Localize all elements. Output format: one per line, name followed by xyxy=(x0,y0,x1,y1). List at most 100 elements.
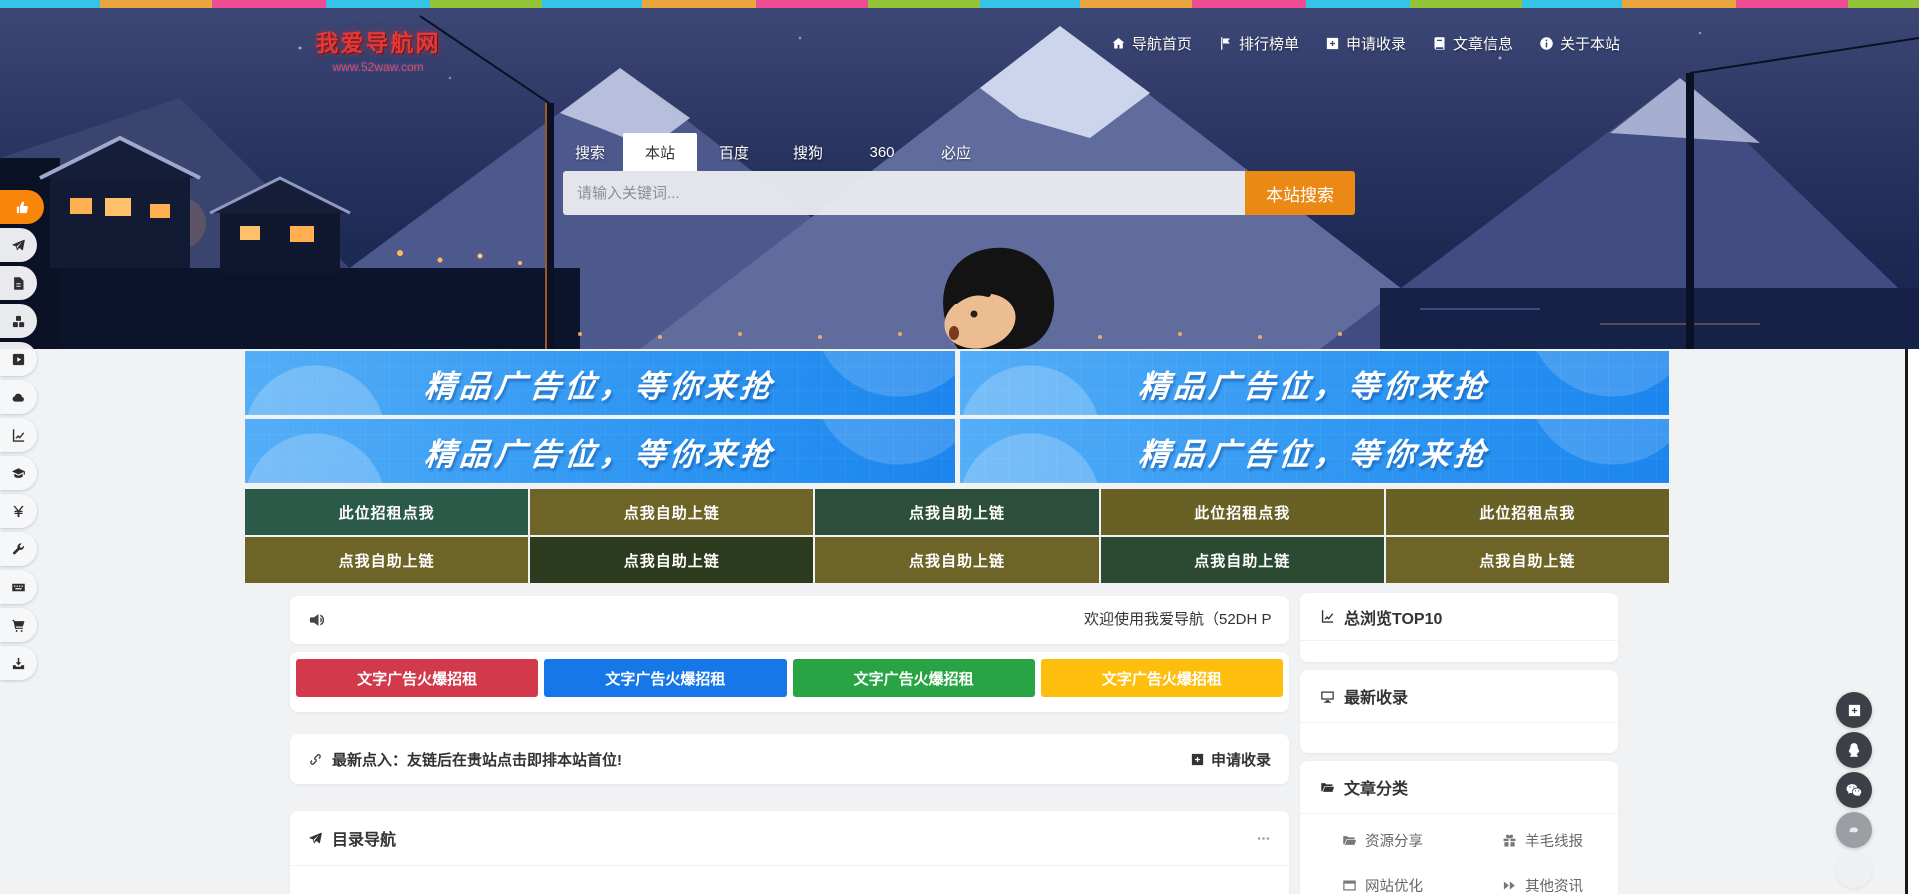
link-ad-cell[interactable]: 点我自助上链 xyxy=(530,489,813,535)
cart-icon xyxy=(11,618,26,633)
dock-apply-button[interactable] xyxy=(1836,692,1872,728)
ad-banner[interactable]: 精品广告位，等你来抢 xyxy=(245,419,955,483)
book-icon xyxy=(1432,36,1447,51)
link-ad-cell[interactable]: 点我自助上链 xyxy=(815,489,1098,535)
folder-open-icon xyxy=(1320,780,1335,795)
dock-item-cloud[interactable] xyxy=(0,380,37,414)
keyboard-icon xyxy=(11,580,26,595)
nav-apply[interactable]: 申请收录 xyxy=(1325,33,1406,54)
directory-header: 目录导航 xyxy=(290,811,1289,866)
qq-icon xyxy=(1845,741,1863,759)
tab-bing[interactable]: 必应 xyxy=(919,133,993,171)
text-ad-button[interactable]: 文字广告火爆招租 xyxy=(793,659,1035,697)
category-label: 羊毛线报 xyxy=(1525,830,1583,851)
dock-item-tools[interactable] xyxy=(0,532,37,566)
nav-label: 关于本站 xyxy=(1560,33,1620,54)
latest-included-body xyxy=(1300,723,1618,753)
link-ad-cell[interactable]: 点我自助上链 xyxy=(245,537,528,583)
ellipsis-icon[interactable] xyxy=(1256,831,1271,846)
link-ad-cell[interactable]: 此位招租点我 xyxy=(245,489,528,535)
article-category-header: 文章分类 xyxy=(1300,761,1618,814)
nav-label: 排行榜单 xyxy=(1239,33,1299,54)
tab-360[interactable]: 360 xyxy=(845,133,919,171)
dock-qq-button[interactable] xyxy=(1836,732,1872,768)
youtube-icon xyxy=(11,352,26,367)
dock-item-shop[interactable] xyxy=(0,608,37,642)
top10-card: 总浏览TOP10 xyxy=(1300,593,1618,662)
cloud-faded-icon xyxy=(1845,821,1863,839)
top10-title: 总浏览TOP10 xyxy=(1344,605,1442,629)
gift-icon xyxy=(1502,833,1517,848)
dock-faded-button-2[interactable] xyxy=(1836,852,1872,888)
article-category-title: 文章分类 xyxy=(1344,775,1408,799)
search-module: 搜索 本站 百度 搜狗 360 必应 本站搜索 xyxy=(563,133,1355,215)
dock-item-submit[interactable] xyxy=(0,228,37,262)
ad-banner[interactable]: 精品广告位，等你来抢 xyxy=(960,351,1670,415)
dock-item-typing[interactable] xyxy=(0,570,37,604)
text-ad-button[interactable]: 文字广告火爆招租 xyxy=(296,659,538,697)
ad-banner[interactable]: 精品广告位，等你来抢 xyxy=(245,351,955,415)
plus-square-icon xyxy=(1847,703,1862,718)
link-ad-cell[interactable]: 点我自助上链 xyxy=(1101,537,1384,583)
dock-faded-button[interactable] xyxy=(1836,812,1872,848)
download-icon xyxy=(11,656,26,671)
yen-icon xyxy=(11,504,26,519)
ad-banner-text: 精品广告位，等你来抢 xyxy=(422,429,777,474)
right-contact-dock xyxy=(1836,692,1872,892)
dock-item-stats[interactable] xyxy=(0,418,37,452)
apply-include-label: 申请收录 xyxy=(1211,749,1271,770)
latest-in-bar: 最新点入：友链后在贵站点击即排本站首位! 申请收录 xyxy=(290,734,1289,784)
link-ad-cell[interactable]: 此位招租点我 xyxy=(1386,489,1669,535)
announcement-text: 欢迎使用我爱导航（52DH Pro xyxy=(1084,596,1271,644)
search-input[interactable] xyxy=(563,171,1245,215)
site-logo[interactable]: 我爱导航网 www.52waw.com xyxy=(300,24,456,74)
text-ad-button[interactable]: 文字广告火爆招租 xyxy=(544,659,786,697)
category-deals[interactable]: 羊毛线报 xyxy=(1502,830,1618,851)
tab-sogou[interactable]: 搜狗 xyxy=(771,133,845,171)
dock-wechat-button[interactable] xyxy=(1836,772,1872,808)
link-ad-cell[interactable]: 点我自助上链 xyxy=(815,537,1098,583)
tab-baidu[interactable]: 百度 xyxy=(697,133,771,171)
search-button[interactable]: 本站搜索 xyxy=(1245,171,1355,215)
display-icon xyxy=(1320,689,1335,704)
nav-home[interactable]: 导航首页 xyxy=(1111,33,1192,54)
dock-item-docs[interactable] xyxy=(0,266,37,300)
tab-this-site[interactable]: 本站 xyxy=(623,133,697,171)
dock-item-finance[interactable] xyxy=(0,494,37,528)
chart-line-icon xyxy=(1320,609,1335,624)
latest-in-link[interactable]: 最新点入：友链后在贵站点击即排本站首位! xyxy=(308,749,622,770)
dock-item-download[interactable] xyxy=(0,646,37,680)
link-ad-cell[interactable]: 点我自助上链 xyxy=(1386,537,1669,583)
link-ad-cell[interactable]: 点我自助上链 xyxy=(530,537,813,583)
text-ad-button[interactable]: 文字广告火爆招租 xyxy=(1041,659,1283,697)
ad-banner-text: 精品广告位，等你来抢 xyxy=(422,361,777,406)
plus-square-icon xyxy=(1190,752,1205,767)
nav-articles[interactable]: 文章信息 xyxy=(1432,33,1513,54)
link-ad-cell[interactable]: 此位招租点我 xyxy=(1101,489,1384,535)
dock-item-likes[interactable] xyxy=(0,190,44,224)
nav-label: 导航首页 xyxy=(1132,33,1192,54)
text-ad-row: 文字广告火爆招租 文字广告火爆招租 文字广告火爆招租 文字广告火爆招租 xyxy=(290,652,1289,712)
site-url: www.52waw.com xyxy=(300,60,456,74)
scrollbar[interactable] xyxy=(1905,349,1919,894)
category-site-optimization[interactable]: 网站优化 xyxy=(1342,875,1502,894)
latest-included-card: 最新收录 xyxy=(1300,670,1618,753)
nav-about[interactable]: 关于本站 xyxy=(1539,33,1620,54)
apply-include-button[interactable]: 申请收录 xyxy=(1190,749,1271,770)
bullhorn-icon xyxy=(308,611,326,629)
home-icon xyxy=(1111,36,1126,51)
dock-item-modules[interactable] xyxy=(0,304,37,338)
announcement-bar: 欢迎使用我爱导航（52DH Pro xyxy=(290,596,1289,644)
dock-item-video[interactable] xyxy=(0,342,37,376)
category-resource-share[interactable]: 资源分享 xyxy=(1342,830,1502,851)
paper-plane-icon xyxy=(308,831,323,846)
category-label: 资源分享 xyxy=(1365,830,1423,851)
nav-rankings[interactable]: 排行榜单 xyxy=(1218,33,1299,54)
ad-banner-text: 精品广告位，等你来抢 xyxy=(1137,429,1492,474)
dock-item-learning[interactable] xyxy=(0,456,37,490)
latest-in-text: 最新点入：友链后在贵站点击即排本站首位! xyxy=(332,749,622,770)
forward-icon xyxy=(1502,878,1517,893)
category-other-news[interactable]: 其他资讯 xyxy=(1502,875,1618,894)
ad-banner[interactable]: 精品广告位，等你来抢 xyxy=(960,419,1670,483)
top10-body xyxy=(1300,641,1618,662)
